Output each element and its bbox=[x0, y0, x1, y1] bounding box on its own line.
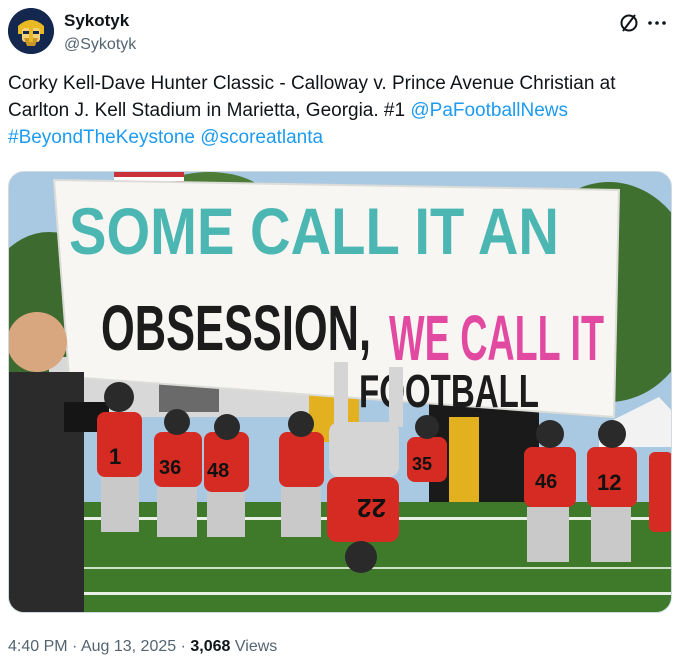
player-number-12: 12 bbox=[597, 470, 621, 495]
views-count: 3,068 bbox=[190, 638, 231, 655]
tweet-time[interactable]: 4:40 PM bbox=[8, 638, 68, 655]
player-number-36: 36 bbox=[159, 457, 181, 479]
avatar[interactable] bbox=[8, 8, 54, 54]
player-number-48: 48 bbox=[207, 460, 229, 482]
author-names: Sykotyk @Sykotyk bbox=[64, 10, 136, 56]
tweet-photo[interactable]: SOME CALL IT AN OBSESSION, WE CALL IT FO… bbox=[8, 171, 672, 613]
hashtag-beyondthekeystone[interactable]: #BeyondTheKeystone bbox=[8, 127, 195, 148]
tweet-header: Sykotyk @Sykotyk bbox=[8, 8, 672, 56]
display-name[interactable]: Sykotyk bbox=[64, 10, 136, 32]
mention-pafootballnews[interactable]: @PaFootballNews bbox=[410, 100, 568, 121]
separator: · bbox=[72, 638, 78, 655]
player-number-1: 1 bbox=[109, 444, 121, 469]
banner-line-1: SOME CALL IT AN bbox=[69, 194, 559, 268]
banner-line-2b: WE CALL IT bbox=[389, 302, 604, 374]
banner-line-3: FOOTBALL bbox=[359, 365, 539, 417]
viking-helmet-avatar-icon bbox=[8, 8, 54, 54]
separator: · bbox=[180, 638, 186, 655]
mention-scoreatlanta[interactable]: @scoreatlanta bbox=[200, 127, 323, 148]
more-dots-icon[interactable] bbox=[646, 12, 668, 34]
author-handle[interactable]: @Sykotyk bbox=[64, 34, 136, 56]
player-number-46: 46 bbox=[535, 471, 557, 493]
views-label: Views bbox=[234, 638, 278, 655]
banner-line-2a: OBSESSION, bbox=[101, 292, 371, 364]
player-number-22: 22 bbox=[357, 493, 386, 523]
tweet-meta: 4:40 PM · Aug 13, 2025 · 3,068 Views bbox=[8, 636, 277, 658]
grok-slash-icon[interactable] bbox=[618, 12, 640, 34]
tweet-text: Corky Kell-Dave Hunter Classic - Callowa… bbox=[8, 70, 672, 151]
tweet-date[interactable]: Aug 13, 2025 bbox=[81, 638, 176, 655]
player-number-35: 35 bbox=[412, 454, 432, 474]
